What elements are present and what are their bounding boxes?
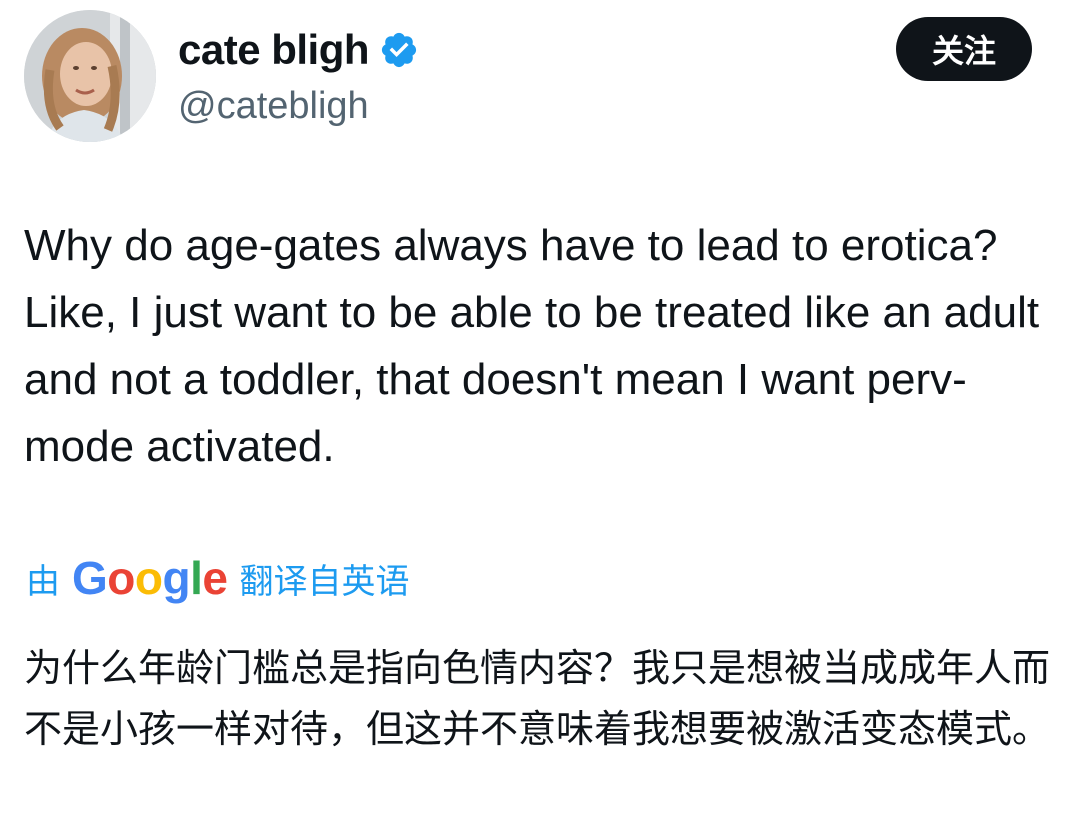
tweet-text: Why do age-gates always have to lead to … [24,221,1040,471]
translated-text: 为什么年龄门槛总是指向色情内容？我只是想被当成成年人而不是小孩一样对待，但这并不… [24,646,1051,751]
user-handle[interactable]: @catebligh [178,82,419,130]
name-row: cate bligh [178,22,419,78]
user-info: cate bligh @catebligh [178,22,419,130]
verified-badge-icon [379,30,419,70]
display-name[interactable]: cate bligh [178,22,370,78]
google-logo: Google [72,552,228,604]
translation-suffix: 翻译自英语 [239,561,410,602]
avatar[interactable] [24,10,156,142]
tweet-header: cate bligh @catebligh 关注 [24,10,1056,142]
translation-prefix: 由 [26,561,60,602]
profile-photo-icon [24,10,156,142]
translation-attribution[interactable]: 由 Google 翻译自英语 [26,548,409,608]
follow-button[interactable]: 关注 [896,17,1032,81]
